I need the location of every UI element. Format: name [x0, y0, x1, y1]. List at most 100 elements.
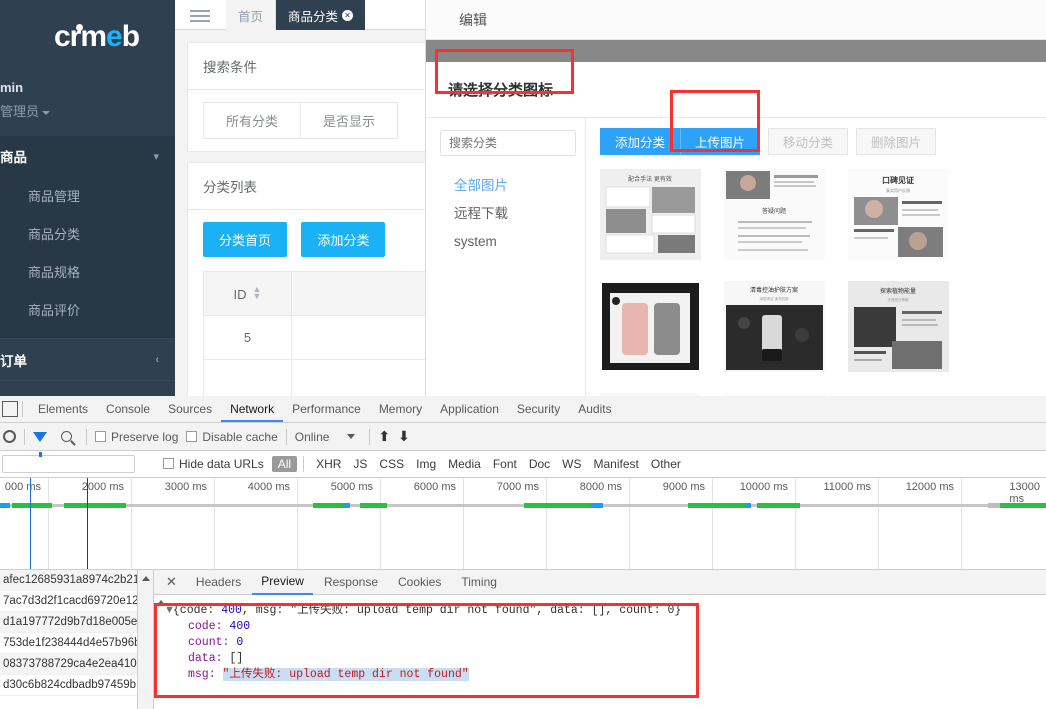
search-category-input[interactable]: [440, 130, 576, 156]
list-item[interactable]: 清毒控油护肤方案 深层清洁 焕亮肌肤: [724, 281, 825, 372]
tab-audits[interactable]: Audits: [569, 402, 620, 422]
filter-type-js[interactable]: JS: [347, 456, 373, 472]
json-val-data: []: [229, 652, 244, 665]
filter-type-doc[interactable]: Doc: [523, 456, 556, 472]
dtab-response[interactable]: Response: [315, 571, 387, 594]
tab-network[interactable]: Network: [221, 402, 284, 422]
preserve-log-checkbox[interactable]: Preserve log: [95, 430, 178, 444]
dtab-timing[interactable]: Timing: [452, 571, 506, 594]
tab-console[interactable]: Console: [97, 402, 159, 422]
filter-type-media[interactable]: Media: [442, 456, 487, 472]
modal-category-panel: 全部图片 远程下载 system: [426, 118, 586, 396]
throttling-label[interactable]: Online: [295, 430, 330, 444]
add-category-toolbar-button[interactable]: 添加分类: [600, 128, 681, 155]
svg-text:深层清洁 焕亮肌肤: 深层清洁 焕亮肌肤: [760, 296, 789, 301]
list-item[interactable]: afec12685931a8974c2b21: [0, 570, 137, 591]
category-home-button[interactable]: 分类首页: [203, 222, 288, 257]
filter-type-font[interactable]: Font: [487, 456, 523, 472]
caret-up-icon[interactable]: [142, 576, 150, 581]
sidebar-group-goods-label: 商品: [0, 150, 27, 165]
tick-label-10000: 10000 ms: [739, 481, 788, 493]
list-item[interactable]: d1a197772d9b7d18e005e.: [0, 612, 137, 633]
tab-application[interactable]: Application: [431, 402, 508, 422]
tree-item-system[interactable]: system: [454, 228, 575, 256]
list-item[interactable]: 口碑见证 真实用户反馈: [848, 169, 949, 260]
sidebar-group-members[interactable]: 会员 ‹: [0, 380, 175, 396]
tab-performance[interactable]: Performance: [283, 402, 370, 422]
tick-label-12000: 12000 ms: [905, 481, 954, 493]
filter-type-other[interactable]: Other: [645, 456, 687, 472]
sidebar-item-goods-manage[interactable]: 商品管理: [0, 176, 175, 214]
sidebar-group-goods[interactable]: 商品 ▾: [0, 136, 175, 176]
filter-icon[interactable]: [33, 431, 47, 457]
hide-data-urls-checkbox[interactable]: Hide data URLs: [163, 457, 264, 471]
list-item[interactable]: [600, 281, 701, 372]
tick-label-3000: 3000 ms: [164, 481, 207, 493]
inspect-element-icon[interactable]: [2, 401, 18, 417]
tree-item-all-images[interactable]: 全部图片: [454, 172, 575, 200]
filter-type-css[interactable]: CSS: [373, 456, 410, 472]
expand-arrow-icon[interactable]: ▼: [166, 604, 173, 617]
json-summary-rest: , data: [], count: 0}: [536, 604, 682, 617]
filter-type-xhr[interactable]: XHR: [310, 456, 347, 472]
network-overview-timeline[interactable]: 000 ms 2000 ms 3000 ms 4000 ms 5000 ms 6…: [0, 478, 1046, 570]
tab-home[interactable]: 首页: [226, 0, 277, 30]
sidebar-item-goods-spec[interactable]: 商品规格: [0, 252, 175, 290]
request-list-scrollbar[interactable]: [138, 570, 154, 709]
filter-type-img[interactable]: Img: [410, 456, 442, 472]
sidebar-group-orders[interactable]: 订单 ‹: [0, 338, 175, 380]
chevron-left-icon: ‹: [155, 353, 159, 366]
tick-label-13000: 13000 ms: [1009, 481, 1040, 505]
record-icon[interactable]: [3, 430, 16, 443]
thumbnail-image: [600, 281, 701, 372]
json-val-code: 400: [229, 620, 251, 633]
upload-image-button[interactable]: 上传图片: [680, 128, 761, 155]
list-item[interactable]: 探索植物能量 天然成分萃取: [848, 281, 949, 372]
chevron-down-icon-throttling[interactable]: [347, 434, 356, 439]
list-item[interactable]: 753de1f238444d4e57b96b: [0, 633, 137, 654]
json-summary-line[interactable]: ▼{code: 400, msg: "上传失败: upload temp dir…: [166, 603, 1046, 619]
list-item[interactable]: ​08373788729ca4e2ea410: [0, 654, 137, 675]
caret-up-icon-2[interactable]: [156, 600, 165, 605]
svg-text:天然成分萃取: 天然成分萃取: [888, 297, 909, 302]
filter-is-shown[interactable]: 是否显示: [300, 102, 399, 139]
close-icon[interactable]: ✕: [342, 9, 354, 21]
json-key-msg: msg:: [188, 668, 216, 681]
sidebar-user-block[interactable]: min 管理员: [0, 74, 175, 136]
hamburger-menu-icon[interactable]: [183, 4, 217, 28]
tree-item-remote-download[interactable]: 远程下载: [454, 200, 575, 228]
json-summary-msgkey: , msg:: [241, 604, 291, 617]
tab-security[interactable]: Security: [508, 402, 569, 422]
dtab-preview[interactable]: Preview: [252, 570, 313, 595]
request-list[interactable]: afec12685931a8974c2b21 7ac7d3d2f1cacd697…: [0, 570, 138, 709]
filter-text-input[interactable]: [2, 455, 135, 473]
devtools-panel-tabs: Elements Console Sources Network Perform…: [0, 396, 1046, 423]
tab-sources[interactable]: Sources: [159, 402, 221, 422]
filter-type-ws[interactable]: WS: [556, 456, 587, 472]
add-category-button[interactable]: 添加分类: [301, 222, 386, 257]
import-har-icon[interactable]: ⬆: [378, 428, 390, 445]
close-detail-icon[interactable]: ✕: [158, 574, 185, 590]
tab-goods-category[interactable]: 商品分类 ✕: [276, 0, 366, 30]
tab-memory[interactable]: Memory: [370, 402, 431, 422]
tab-elements[interactable]: Elements: [29, 402, 97, 422]
list-item[interactable]: d30c6b824cdbadb97459b: [0, 675, 137, 696]
list-item[interactable]: 配合手法 更有效: [600, 169, 701, 260]
list-item[interactable]: 7ac7d3d2f1cacd69720e12.: [0, 591, 137, 612]
filter-type-all[interactable]: All: [271, 456, 298, 472]
disable-cache-checkbox[interactable]: Disable cache: [186, 430, 278, 444]
filter-all-categories[interactable]: 所有分类: [203, 102, 301, 139]
checkbox-box: [95, 430, 106, 442]
table-col-id[interactable]: ID ▲ ▼: [203, 271, 292, 316]
divider-2: [24, 428, 25, 445]
filter-type-manifest[interactable]: Manifest: [588, 456, 645, 472]
dtab-headers[interactable]: Headers: [187, 571, 250, 594]
list-item[interactable]: 答疑问题: [724, 169, 825, 260]
preview-scrollbar[interactable]: [154, 595, 167, 709]
export-har-icon[interactable]: ⬇: [398, 428, 410, 445]
search-icon[interactable]: [61, 431, 72, 442]
sidebar-item-goods-category[interactable]: 商品分类: [0, 214, 175, 252]
dtab-cookies[interactable]: Cookies: [389, 571, 450, 594]
sidebar-item-goods-review[interactable]: 商品评价: [0, 290, 175, 328]
sort-icon[interactable]: ▲ ▼: [253, 284, 262, 300]
